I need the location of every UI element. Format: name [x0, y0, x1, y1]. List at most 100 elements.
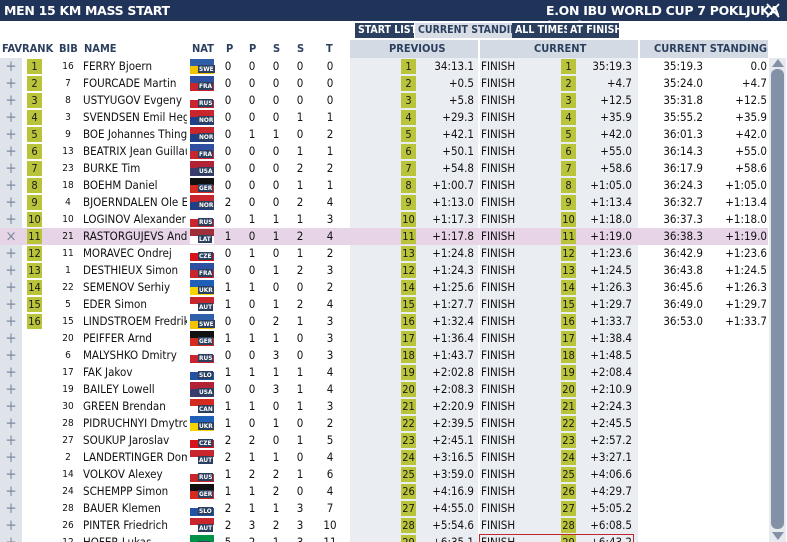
- col-fav[interactable]: FAV: [2, 42, 22, 55]
- table-row[interactable]: × 11 21 RASTORGUJEVS Andre LAT 1 0 1 2 4 11 +1:17.8…: [0, 228, 768, 245]
- athlete-name[interactable]: USTYUGOV Evgeny: [83, 92, 187, 109]
- table-row[interactable]: +16 15 LINDSTROEM Fredrik SWE 0 0 2 1 3 16 +1:32.4…: [0, 313, 768, 330]
- favorite-toggle-icon[interactable]: +: [0, 194, 22, 211]
- favorite-toggle-icon[interactable]: +: [0, 262, 22, 279]
- table-row[interactable]: +27 SOUKUP Jaroslav CZE 2 2 0 1 5 23 +2:45.1 FINIS…: [0, 432, 768, 449]
- favorite-toggle-icon[interactable]: +: [0, 126, 22, 143]
- favorite-toggle-icon[interactable]: +: [0, 534, 22, 542]
- favorite-toggle-icon[interactable]: +: [0, 415, 22, 432]
- favorite-toggle-icon[interactable]: +: [0, 143, 22, 160]
- table-row[interactable]: +5 9 BOE Johannes Thingn NOR 0 1 1 0 2 5 +42.1 FINI…: [0, 126, 768, 143]
- table-row[interactable]: +19 BAILEY Lowell USA 0 0 3 1 4 20 +2:08.3 FINISH 2…: [0, 381, 768, 398]
- col-s2[interactable]: S: [297, 42, 304, 55]
- athlete-name[interactable]: SCHEMPP Simon: [83, 483, 187, 500]
- table-row[interactable]: +26 PINTER Friedrich AUT 2 3 2 3 10 28 +5:54.6 FIN…: [0, 517, 768, 534]
- athlete-name[interactable]: FERRY Bjoern: [83, 58, 187, 75]
- athlete-name[interactable]: PEIFFER Arnd: [83, 330, 187, 347]
- table-row[interactable]: +24 SCHEMPP Simon GER 1 1 2 0 4 26 +4:16.9 FINISH 2…: [0, 483, 768, 500]
- favorite-toggle-icon[interactable]: +: [0, 500, 22, 517]
- favorite-toggle-icon[interactable]: ×: [0, 228, 22, 245]
- table-row[interactable]: +28 PIDRUCHNYI Dmytro UKR 1 0 1 0 2 22 +2:39.5 FIN…: [0, 415, 768, 432]
- table-row[interactable]: +30 GREEN Brendan CAN 1 1 0 1 3 21 +2:20.9 FINISH 2…: [0, 398, 768, 415]
- athlete-name[interactable]: BOEHM Daniel: [83, 177, 187, 194]
- athlete-name[interactable]: PIDRUCHNYI Dmytro: [83, 415, 187, 432]
- athlete-name[interactable]: HOFER Lukas: [83, 534, 187, 542]
- table-row[interactable]: +12HOFER LukasITA52131129+6:35.1FINISH29…: [0, 534, 768, 542]
- favorite-toggle-icon[interactable]: +: [0, 364, 22, 381]
- table-row[interactable]: +14 22 SEMENOV Serhiy UKR 1 1 0 0 2 14 +1:25.6 FINI…: [0, 279, 768, 296]
- col-rank[interactable]: RANK: [22, 42, 53, 55]
- table-row[interactable]: +10 10 LOGINOV Alexander RUS 0 1 1 1 3 10 +1:17.3 F…: [0, 211, 768, 228]
- table-row[interactable]: +6 MALYSHKO Dmitry RUS 0 0 3 0 3 18 +1:43.7 FINISH…: [0, 347, 768, 364]
- favorite-toggle-icon[interactable]: +: [0, 517, 22, 534]
- athlete-name[interactable]: GREEN Brendan: [83, 398, 187, 415]
- current-standing-button[interactable]: CURRENT STANDING: [415, 23, 526, 38]
- athlete-name[interactable]: SVENDSEN Emil Hegle: [83, 109, 187, 126]
- favorite-toggle-icon[interactable]: +: [0, 313, 22, 330]
- col-p2[interactable]: P: [249, 42, 256, 55]
- table-row[interactable]: +6 13 BEATRIX Jean Guillau FRA 0 0 0 1 1 6 +50.1 FI…: [0, 143, 768, 160]
- favorite-toggle-icon[interactable]: +: [0, 466, 22, 483]
- favorite-toggle-icon[interactable]: +: [0, 449, 22, 466]
- favorite-toggle-icon[interactable]: +: [0, 483, 22, 500]
- all-times-button[interactable]: ALL TIMES: [512, 23, 570, 38]
- athlete-name[interactable]: LANDERTINGER Domir: [83, 449, 187, 466]
- col-current[interactable]: CURRENT: [534, 42, 586, 55]
- athlete-name[interactable]: MALYSHKO Dmitry: [83, 347, 187, 364]
- scroll-up-icon[interactable]: [772, 59, 784, 67]
- table-row[interactable]: +4 3 SVENDSEN Emil Hegle NOR 0 0 0 1 1 4 +29.3 FINI…: [0, 109, 768, 126]
- table-row[interactable]: +3 8 USTYUGOV Evgeny RUS 0 0 0 0 0 3 +5.8 FINISH 3 +1…: [0, 92, 768, 109]
- start-list-button[interactable]: START LIST: [355, 23, 417, 38]
- athlete-name[interactable]: LOGINOV Alexander: [83, 211, 187, 228]
- table-row[interactable]: +14 VOLKOV Alexey RUS 1 2 2 1 6 25 +3:59.0 FINISH 2…: [0, 466, 768, 483]
- favorite-toggle-icon[interactable]: +: [0, 296, 22, 313]
- favorite-toggle-icon[interactable]: +: [0, 211, 22, 228]
- athlete-name[interactable]: MORAVEC Ondrej: [83, 245, 187, 262]
- favorite-toggle-icon[interactable]: +: [0, 347, 22, 364]
- table-row[interactable]: +1 16 FERRY Bjoern SWE 0 0 0 0 0 1 34:13.1 FINISH 1 3…: [0, 58, 768, 75]
- favorite-toggle-icon[interactable]: +: [0, 177, 22, 194]
- scroll-thumb[interactable]: [771, 69, 784, 529]
- table-row[interactable]: +8 18 BOEHM Daniel GER 0 0 0 1 1 8 +1:00.7 FINISH 8 +…: [0, 177, 768, 194]
- col-name[interactable]: NAME: [84, 42, 117, 55]
- favorite-toggle-icon[interactable]: +: [0, 160, 22, 177]
- col-t[interactable]: T: [326, 42, 333, 55]
- favorite-toggle-icon[interactable]: +: [0, 245, 22, 262]
- athlete-name[interactable]: EDER Simon: [83, 296, 187, 313]
- table-row[interactable]: +2 7 FOURCADE Martin FRA 0 0 0 0 0 2 +0.5 FINISH 2 +4…: [0, 75, 768, 92]
- at-finish-button[interactable]: AT FINISH: [567, 23, 622, 38]
- col-p1[interactable]: P: [226, 42, 233, 55]
- favorite-toggle-icon[interactable]: +: [0, 381, 22, 398]
- table-row[interactable]: +13 1 DESTHIEUX Simon FRA 0 0 1 2 3 12 +1:24.3 FINI…: [0, 262, 768, 279]
- table-row[interactable]: +17 FAK Jakov SLO 1 1 1 1 4 19 +2:02.8 FINISH 19 +2:…: [0, 364, 768, 381]
- athlete-name[interactable]: BOE Johannes Thingn: [83, 126, 187, 143]
- favorite-toggle-icon[interactable]: +: [0, 330, 22, 347]
- favorite-toggle-icon[interactable]: +: [0, 398, 22, 415]
- athlete-name[interactable]: BAILEY Lowell: [83, 381, 187, 398]
- athlete-name[interactable]: DESTHIEUX Simon: [83, 262, 187, 279]
- athlete-name[interactable]: LINDSTROEM Fredrik: [83, 313, 187, 330]
- table-row[interactable]: +9 4 BJOERNDALEN Ole Ein NOR 2 0 0 2 4 9 +1:13.0 FI…: [0, 194, 768, 211]
- favorite-toggle-icon[interactable]: +: [0, 92, 22, 109]
- athlete-name[interactable]: VOLKOV Alexey: [83, 466, 187, 483]
- table-row[interactable]: +7 23 BURKE Tim USA 0 0 0 2 2 7 +54.8 FINISH 7 +58.6 3…: [0, 160, 768, 177]
- table-row[interactable]: +20 PEIFFER Arnd GER 1 1 1 0 3 17 +1:36.4 FINISH 17…: [0, 330, 768, 347]
- favorite-toggle-icon[interactable]: +: [0, 58, 22, 75]
- favorite-toggle-icon[interactable]: +: [0, 75, 22, 92]
- athlete-name[interactable]: FAK Jakov: [83, 364, 187, 381]
- scrollbar[interactable]: [768, 58, 787, 542]
- close-icon[interactable]: [764, 2, 782, 19]
- athlete-name[interactable]: BURKE Tim: [83, 160, 187, 177]
- athlete-name[interactable]: RASTORGUJEVS Andre: [83, 228, 187, 245]
- favorite-toggle-icon[interactable]: +: [0, 109, 22, 126]
- athlete-name[interactable]: BEATRIX Jean Guillau: [83, 143, 187, 160]
- table-row[interactable]: +2 LANDERTINGER Domir AUT 2 1 1 0 4 24 +3:16.5 FIN…: [0, 449, 768, 466]
- athlete-name[interactable]: FOURCADE Martin: [83, 75, 187, 92]
- favorite-toggle-icon[interactable]: +: [0, 432, 22, 449]
- table-row[interactable]: +28 BAUER Klemen SLO 2 1 1 3 7 27 +4:55.0 FINISH 27…: [0, 500, 768, 517]
- athlete-name[interactable]: SOUKUP Jaroslav: [83, 432, 187, 449]
- athlete-name[interactable]: PINTER Friedrich: [83, 517, 187, 534]
- col-current-standing[interactable]: CURRENT STANDING: [654, 42, 767, 55]
- col-bib[interactable]: BIB: [59, 42, 78, 55]
- athlete-name[interactable]: BAUER Klemen: [83, 500, 187, 517]
